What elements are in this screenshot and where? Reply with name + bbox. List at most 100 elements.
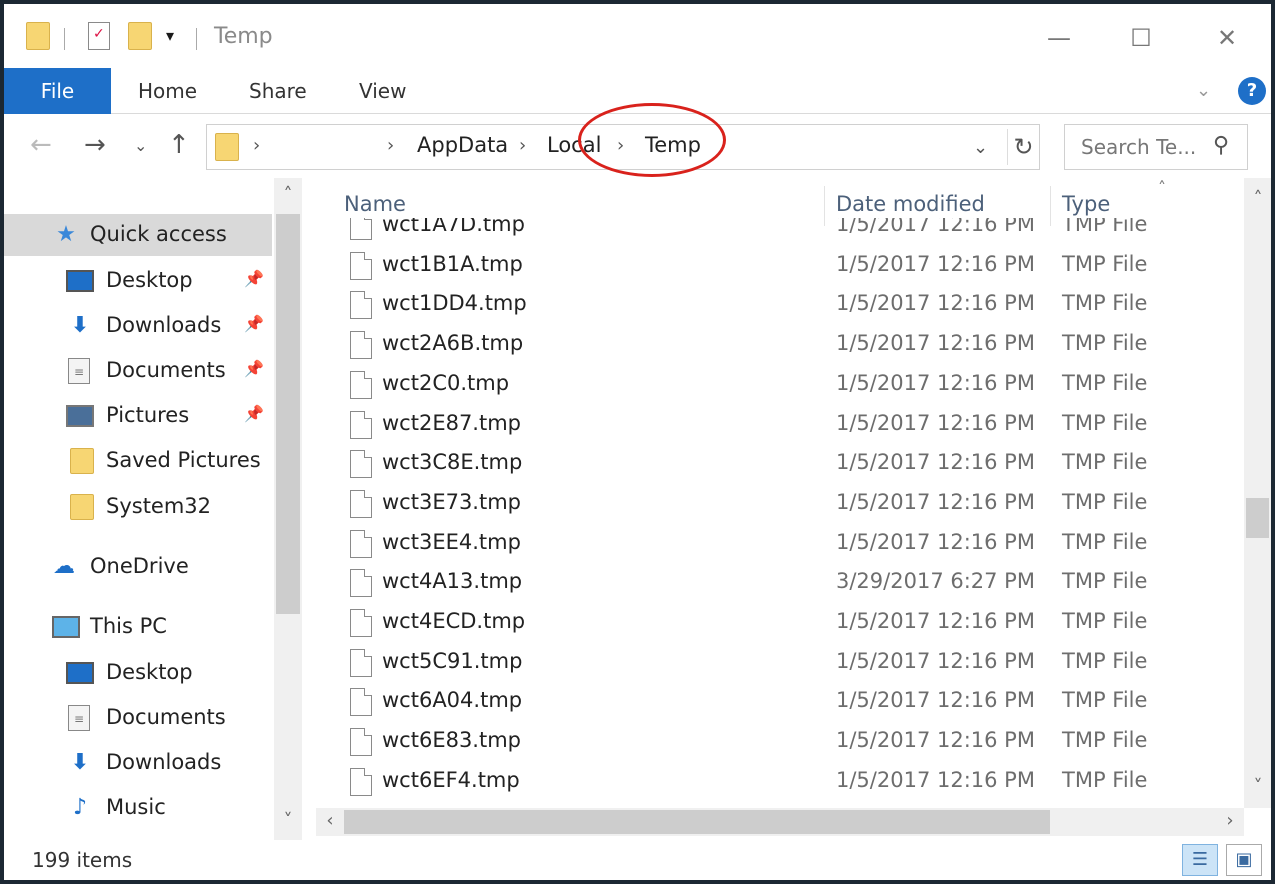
recent-locations-chevron-icon[interactable]: ⌄ <box>134 136 147 155</box>
nav-item-pc-documents[interactable]: ≡ Documents <box>4 697 272 739</box>
pin-icon[interactable]: 📌 <box>244 404 264 423</box>
file-icon <box>350 331 372 360</box>
list-horizontal-scrollbar[interactable]: ‹ › <box>316 808 1244 836</box>
file-name: wct2E87.tmp <box>382 410 522 435</box>
file-row[interactable]: wct1A7D.tmp 1/5/2017 12:16 PM TMP File <box>302 218 1244 244</box>
documents-icon: ≡ <box>68 705 90 731</box>
search-icon[interactable]: ⚲ <box>1213 133 1229 158</box>
download-icon: ⬇ <box>70 313 90 338</box>
file-date-modified: 1/5/2017 12:16 PM <box>836 529 1035 554</box>
scroll-up-icon[interactable]: ˄ <box>1244 188 1271 209</box>
new-folder-icon[interactable] <box>128 22 152 50</box>
nav-item-onedrive[interactable]: ☁ OneDrive <box>4 546 272 588</box>
column-header-type[interactable]: Type <box>1062 192 1110 216</box>
nav-item-pictures[interactable]: Pictures 📌 <box>4 395 272 437</box>
file-name: wct6E83.tmp <box>382 728 522 753</box>
refresh-icon[interactable]: ↻ <box>1007 129 1039 165</box>
pin-icon[interactable]: 📌 <box>244 359 264 378</box>
nav-scrollbar-thumb[interactable] <box>276 214 300 614</box>
file-row[interactable]: wct1DD4.tmp 1/5/2017 12:16 PM TMP File <box>302 283 1244 323</box>
nav-item-label: Music <box>106 795 166 819</box>
file-row[interactable]: wct2A6B.tmp 1/5/2017 12:16 PM TMP File <box>302 323 1244 363</box>
help-button[interactable]: ? <box>1238 77 1266 105</box>
file-row[interactable]: wct4ECD.tmp 1/5/2017 12:16 PM TMP File <box>302 601 1244 641</box>
file-row[interactable]: wct2C0.tmp 1/5/2017 12:16 PM TMP File <box>302 363 1244 403</box>
nav-item-quick-access[interactable]: ★ Quick access <box>4 214 272 256</box>
file-row[interactable]: wct6A04.tmp 1/5/2017 12:16 PM TMP File <box>302 680 1244 720</box>
column-header-date[interactable]: Date modified <box>836 192 985 216</box>
file-row[interactable]: wct6EF4.tmp 1/5/2017 12:16 PM TMP File <box>302 760 1244 800</box>
back-arrow-icon[interactable]: ← <box>30 130 52 160</box>
documents-icon: ≡ <box>68 358 90 384</box>
maximize-button[interactable]: ☐ <box>1118 18 1164 58</box>
nav-item-desktop[interactable]: Desktop 📌 <box>4 260 272 302</box>
file-name: wct1A7D.tmp <box>382 218 525 236</box>
file-date-modified: 1/5/2017 12:16 PM <box>836 251 1035 276</box>
list-vertical-scrollbar[interactable]: ˄ ˅ <box>1244 178 1271 808</box>
tab-home[interactable]: Home <box>138 68 197 114</box>
file-name: wct6EF4.tmp <box>382 767 520 792</box>
scroll-down-icon[interactable]: ˅ <box>1244 776 1271 797</box>
file-row[interactable]: wct3EE4.tmp 1/5/2017 12:16 PM TMP File <box>302 522 1244 562</box>
scroll-left-icon[interactable]: ‹ <box>316 810 344 831</box>
scroll-up-icon[interactable]: ˄ <box>274 184 302 205</box>
breadcrumb-chevron-icon[interactable]: › <box>387 135 394 156</box>
properties-icon[interactable] <box>88 22 110 50</box>
nav-item-label: System32 <box>106 494 212 518</box>
search-input[interactable]: Search Te... <box>1081 135 1196 159</box>
nav-item-pc-desktop[interactable]: Desktop <box>4 652 272 694</box>
pin-icon[interactable]: 📌 <box>244 269 264 288</box>
file-name: wct4A13.tmp <box>382 569 523 594</box>
breadcrumb-appdata[interactable]: AppData <box>417 133 508 157</box>
column-header-name[interactable]: Name <box>344 192 406 216</box>
file-row[interactable]: wct6E83.tmp 1/5/2017 12:16 PM TMP File <box>302 720 1244 760</box>
nav-item-documents[interactable]: ≡ Documents 📌 <box>4 350 272 392</box>
scroll-down-icon[interactable]: ˅ <box>274 810 302 831</box>
nav-item-label: Saved Pictures <box>106 448 261 472</box>
scroll-right-icon[interactable]: › <box>1216 810 1244 831</box>
desktop-icon <box>66 270 94 292</box>
status-bar: 199 items ☰ ▣ <box>4 840 1271 880</box>
nav-item-this-pc[interactable]: This PC <box>4 606 272 648</box>
nav-scrollbar[interactable]: ˄ ˅ <box>274 178 302 840</box>
address-history-chevron-icon[interactable]: ⌄ <box>973 137 988 158</box>
tab-view[interactable]: View <box>359 68 406 114</box>
file-row[interactable]: wct4A13.tmp 3/29/2017 6:27 PM TMP File <box>302 561 1244 601</box>
breadcrumb-chevron-icon[interactable]: › <box>519 135 526 156</box>
file-name: wct6A04.tmp <box>382 688 523 713</box>
nav-item-saved-pictures[interactable]: Saved Pictures <box>4 440 272 482</box>
file-date-modified: 1/5/2017 12:16 PM <box>836 370 1035 395</box>
desktop-icon <box>66 662 94 684</box>
file-name: wct2C0.tmp <box>382 370 510 395</box>
expand-ribbon-chevron-icon[interactable]: ⌄ <box>1196 80 1211 101</box>
file-date-modified: 1/5/2017 12:16 PM <box>836 291 1035 316</box>
nav-item-downloads[interactable]: ⬇ Downloads 📌 <box>4 305 272 347</box>
file-date-modified: 1/5/2017 12:16 PM <box>836 489 1035 514</box>
file-row[interactable]: wct3C8E.tmp 1/5/2017 12:16 PM TMP File <box>302 442 1244 482</box>
up-arrow-icon[interactable]: ↑ <box>168 130 190 160</box>
large-icons-view-icon[interactable]: ▣ <box>1226 844 1262 876</box>
tab-file[interactable]: File <box>4 68 111 114</box>
details-view-icon[interactable]: ☰ <box>1182 844 1218 876</box>
tab-share[interactable]: Share <box>249 68 307 114</box>
file-row[interactable]: wct1B1A.tmp 1/5/2017 12:16 PM TMP File <box>302 244 1244 284</box>
breadcrumb-chevron-icon[interactable]: › <box>253 135 260 156</box>
horizontal-scrollbar-thumb[interactable] <box>344 810 1050 834</box>
pin-icon[interactable]: 📌 <box>244 314 264 333</box>
nav-item-system32[interactable]: System32 <box>4 486 272 528</box>
file-row[interactable]: wct2E87.tmp 1/5/2017 12:16 PM TMP File <box>302 403 1244 443</box>
cloud-icon: ☁ <box>53 554 75 579</box>
customize-toolbar-dropdown-icon[interactable]: ▾ <box>166 26 174 45</box>
nav-item-pc-music[interactable]: ♪ Music <box>4 787 272 829</box>
search-box[interactable]: Search Te... ⚲ <box>1064 124 1248 170</box>
file-icon <box>350 410 372 439</box>
nav-item-label: Downloads <box>106 313 222 337</box>
close-button[interactable]: ✕ <box>1204 18 1250 58</box>
nav-item-pc-downloads[interactable]: ⬇ Downloads <box>4 742 272 784</box>
forward-arrow-icon[interactable]: → <box>84 130 106 160</box>
vertical-scrollbar-thumb[interactable] <box>1246 498 1269 538</box>
file-icon <box>350 728 372 757</box>
minimize-button[interactable]: — <box>1036 18 1082 58</box>
file-row[interactable]: wct3E73.tmp 1/5/2017 12:16 PM TMP File <box>302 482 1244 522</box>
file-row[interactable]: wct5C91.tmp 1/5/2017 12:16 PM TMP File <box>302 641 1244 681</box>
